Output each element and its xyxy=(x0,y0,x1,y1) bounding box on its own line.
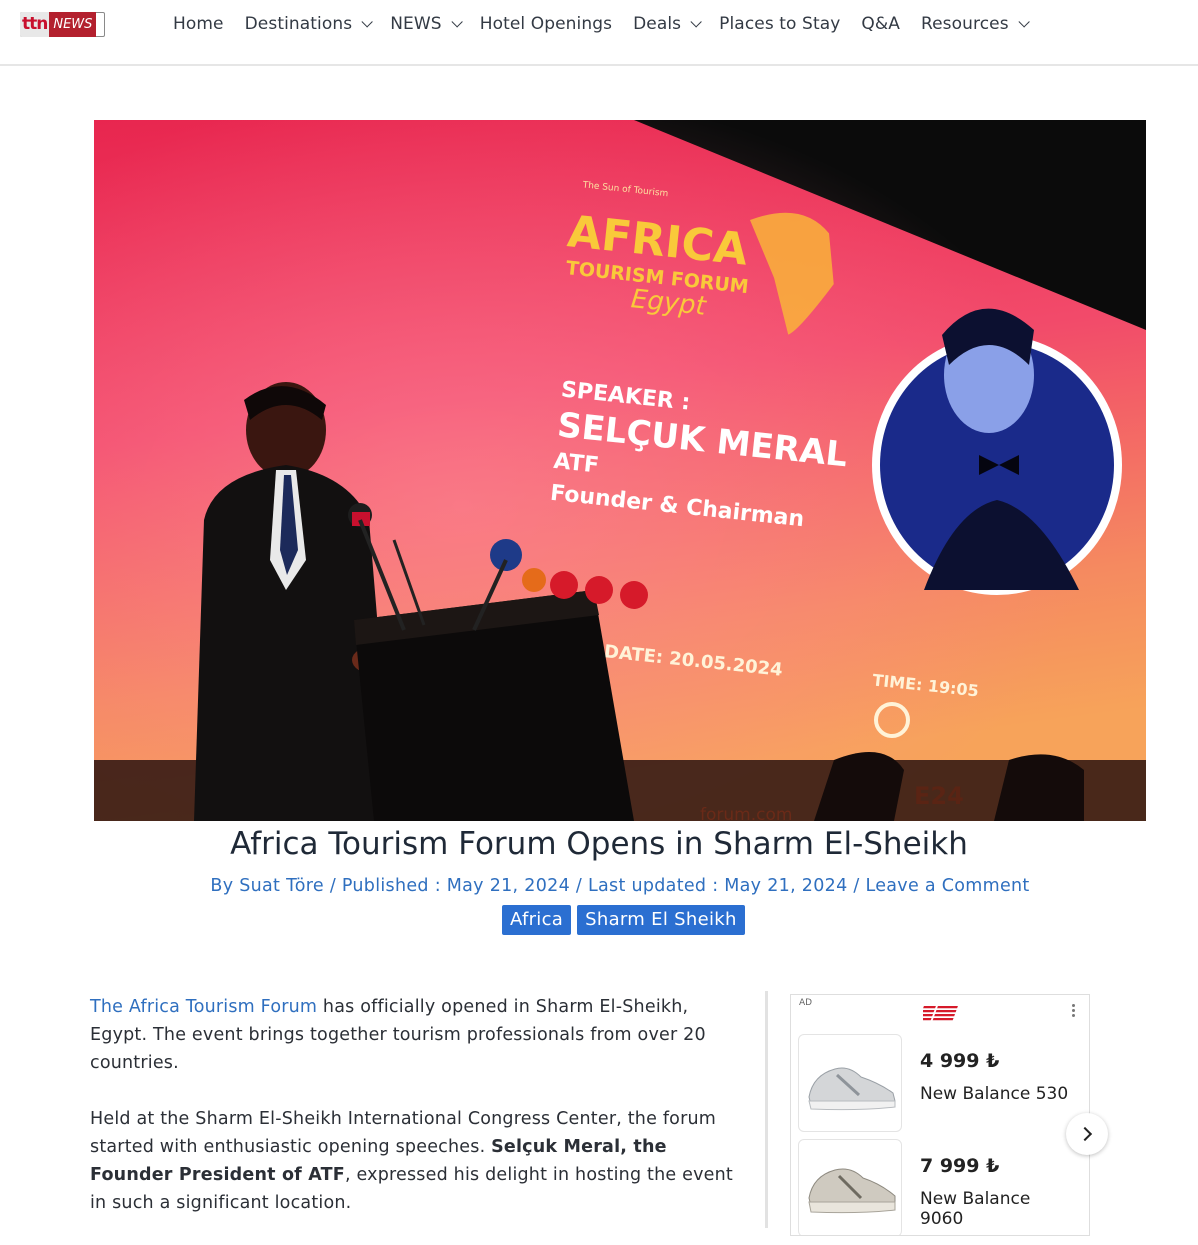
nav-label: Deals xyxy=(633,14,682,34)
nav-hotel-openings[interactable]: Hotel Openings xyxy=(480,12,612,36)
logo-ttn: ttn xyxy=(20,12,50,37)
ad-widget[interactable]: AD 4 999 ₺ New Balance 530 7 999 ₺ New B… xyxy=(790,994,1090,1236)
chevron-down-icon xyxy=(451,16,463,28)
nav-label: Destinations xyxy=(244,14,353,34)
forum-stage-photo: The Sun of Tourism AFRICA TOURISM FORUM … xyxy=(94,120,1146,821)
paragraph: The Africa Tourism Forum has officially … xyxy=(90,993,750,1077)
category-tags: Africa Sharm El Sheikh xyxy=(502,905,745,935)
tag-africa[interactable]: Africa xyxy=(502,905,572,935)
product-name: New Balance 9060 xyxy=(920,1189,1031,1229)
published-date: Published : May 21, 2024 xyxy=(341,876,571,896)
more-options-icon[interactable] xyxy=(1072,1004,1075,1019)
product-price: 4 999 ₺ xyxy=(920,1050,1000,1072)
nav-label: Resources xyxy=(920,14,1009,34)
ad-label: AD xyxy=(799,998,813,1008)
sneaker-icon xyxy=(808,1067,896,1111)
nav-news[interactable]: NEWS xyxy=(390,12,463,36)
ad-product[interactable]: 7 999 ₺ New Balance 9060 xyxy=(798,1139,1078,1235)
nav-home[interactable]: Home xyxy=(173,12,224,36)
featured-image: The Sun of Tourism AFRICA TOURISM FORUM … xyxy=(94,120,1146,821)
screen-footer-url: forum.com xyxy=(700,805,792,821)
leave-comment-link[interactable]: Leave a Comment xyxy=(865,876,1029,896)
ad-product[interactable]: 4 999 ₺ New Balance 530 xyxy=(798,1034,1078,1134)
nav-qa[interactable]: Q&A xyxy=(861,12,900,36)
article-title: Africa Tourism Forum Opens in Sharm El-S… xyxy=(230,826,968,862)
site-logo[interactable]: ttn NEWS xyxy=(20,12,105,37)
main-nav: Home Destinations NEWS Hotel Openings De… xyxy=(173,12,1047,36)
nav-destinations[interactable]: Destinations xyxy=(244,12,373,36)
meta-separator: / xyxy=(323,876,342,896)
nav-label: Home xyxy=(173,14,224,34)
author-link[interactable]: By Suat Töre xyxy=(210,876,324,896)
carousel-next-button[interactable] xyxy=(1066,1113,1108,1155)
nav-label: NEWS xyxy=(390,14,442,34)
site-header: ttn NEWS Home Destinations NEWS Hotel Op… xyxy=(0,0,1198,66)
meta-separator: / xyxy=(847,876,866,896)
chevron-down-icon xyxy=(361,16,373,28)
product-name: New Balance 530 xyxy=(920,1084,1069,1104)
chevron-down-icon xyxy=(1018,16,1030,28)
nav-resources[interactable]: Resources xyxy=(920,12,1030,36)
nav-label: Places to Stay xyxy=(719,14,841,34)
screen-year: E24 xyxy=(914,782,964,810)
article-body: The Africa Tourism Forum has officially … xyxy=(90,993,750,1245)
sidebar-divider xyxy=(765,991,768,1228)
new-balance-logo-icon xyxy=(923,1005,958,1022)
product-image xyxy=(798,1139,902,1235)
paragraph: Held at the Sharm El-Sheikh Internationa… xyxy=(90,1105,750,1217)
nav-label: Q&A xyxy=(861,14,900,34)
meta-separator: / xyxy=(570,876,588,896)
nav-places-to-stay[interactable]: Places to Stay xyxy=(719,12,840,36)
chevron-right-icon xyxy=(1077,1126,1093,1142)
tag-sharm-el-sheikh[interactable]: Sharm El Sheikh xyxy=(577,905,745,935)
nav-deals[interactable]: Deals xyxy=(633,12,702,36)
chevron-down-icon xyxy=(690,16,702,28)
product-price: 7 999 ₺ xyxy=(920,1155,1000,1177)
screen-speaker-org: ATF xyxy=(552,449,600,479)
logo-news: NEWS xyxy=(49,12,97,37)
sneaker-icon xyxy=(808,1168,896,1214)
product-image xyxy=(798,1034,902,1132)
updated-date: Last updated : May 21, 2024 xyxy=(587,876,848,896)
africa-tourism-forum-link[interactable]: The Africa Tourism Forum xyxy=(90,997,317,1017)
nav-label: Hotel Openings xyxy=(479,14,613,34)
article-meta: By Suat Töre / Published : May 21, 2024 … xyxy=(0,876,1198,896)
